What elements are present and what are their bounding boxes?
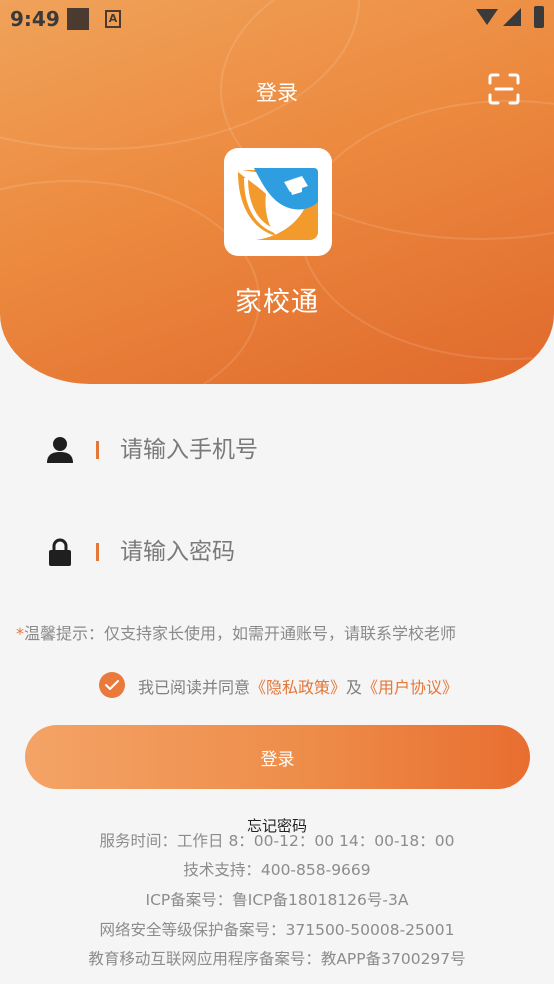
notification-icon (67, 8, 89, 30)
battery-icon (534, 6, 544, 28)
app-logo (224, 148, 332, 256)
login-button[interactable]: 登录 (25, 725, 530, 789)
check-icon (105, 680, 119, 690)
warm-tip: *温馨提示：仅支持家长使用，如需开通账号，请联系学校老师 (16, 620, 456, 644)
agreement-and: 及 (346, 678, 363, 697)
field-divider (96, 543, 99, 561)
footer-tech-support: 技术支持：400-858-9669 (183, 861, 371, 879)
page-title: 登录 (256, 81, 298, 105)
agreement-text: 我已阅读并同意《隐私政策》及《用户协议》 (138, 674, 458, 698)
tip-text: 温馨提示：仅支持家长使用，如需开通账号，请联系学校老师 (24, 624, 457, 643)
header-banner: 9:49 A 登录 家校通 (0, 0, 554, 384)
footer-service-time: 服务时间：工作日 8：00-12：00 14：00-18：00 (99, 832, 455, 850)
agree-checkbox[interactable] (99, 672, 125, 698)
phone-input[interactable] (120, 428, 500, 472)
privacy-policy-link[interactable]: 《隐私政策》 (250, 678, 346, 697)
wifi-icon (476, 9, 498, 25)
footer-app-record: 教育移动互联网应用程序备案号：教APP备3700297号 (88, 950, 466, 968)
footer-security-record: 网络安全等级保护备案号：371500-50008-25001 (99, 921, 455, 939)
status-time: 9:49 (10, 7, 60, 31)
password-input[interactable] (120, 530, 500, 574)
phone-field (44, 420, 510, 480)
footer-icp: ICP备案号：鲁ICP备18018126号-3A (145, 891, 409, 909)
user-icon (47, 437, 73, 463)
cell-signal-icon (503, 8, 521, 26)
status-bar: 9:49 A (0, 0, 554, 36)
field-divider (96, 441, 99, 459)
tip-asterisk: * (16, 624, 24, 643)
user-agreement-link[interactable]: 《用户协议》 (362, 678, 458, 697)
lock-icon (49, 538, 71, 566)
scan-icon[interactable] (487, 72, 521, 106)
notification-a-icon: A (105, 10, 121, 28)
agreement-prefix: 我已阅读并同意 (138, 678, 251, 697)
password-field (44, 522, 510, 582)
app-name: 家校通 (235, 287, 319, 318)
